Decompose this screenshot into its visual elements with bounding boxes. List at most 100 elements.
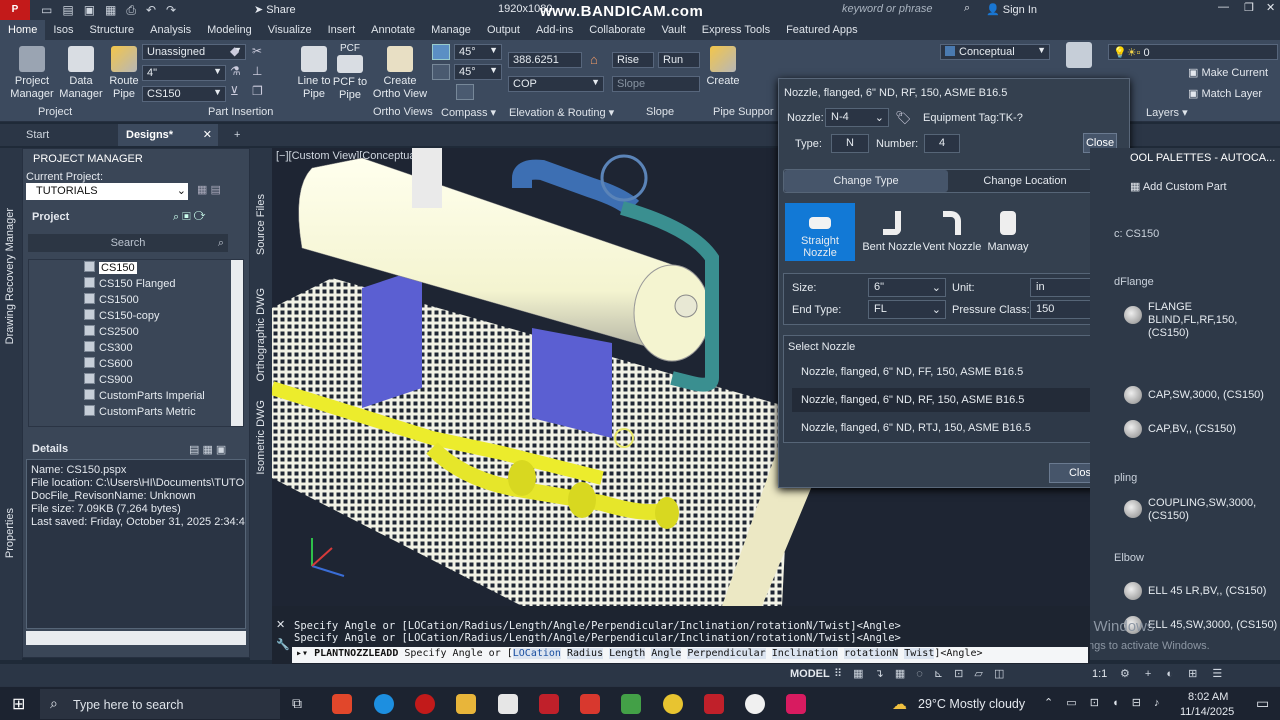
add-custom-part-button[interactable]: ▦ Add Custom Part — [1130, 180, 1227, 193]
properties-tab[interactable]: Properties — [4, 508, 16, 558]
nozzle-option-selected[interactable]: Nozzle, flanged, 6" ND, RF, 150, ASME B1… — [792, 388, 1104, 412]
obs-icon[interactable] — [745, 694, 765, 714]
tab-designs[interactable]: Designs* ✕ — [118, 124, 218, 146]
create-ortho-view-button[interactable]: Create Ortho View — [372, 46, 428, 101]
tab-output[interactable]: Output — [479, 20, 528, 40]
tag-icon[interactable]: 🏷 — [895, 110, 912, 126]
palette-item-ell-45-sw[interactable]: ELL 45,SW,3000, (CS150) — [1148, 619, 1277, 632]
route-pipe-button[interactable]: Route Pipe — [106, 46, 142, 101]
pipe-spec-dropdown[interactable]: CS150 ▼ — [142, 86, 226, 102]
elevation-field[interactable]: 388.6251 — [508, 52, 582, 68]
straight-nozzle-option[interactable]: Straight Nozzle — [785, 203, 855, 261]
project-search-input[interactable]: Search ⌕ — [28, 234, 228, 252]
drawing-recovery-tab[interactable]: Drawing Recovery Manager — [4, 208, 16, 344]
weather-text[interactable]: 29°C Mostly cloudy — [918, 697, 1025, 711]
annotation-scale[interactable]: 1:1 — [1092, 668, 1107, 680]
sign-in-button[interactable]: 👤 Sign In — [986, 3, 1037, 16]
office-app-icon[interactable] — [332, 694, 352, 714]
tab-featured-apps[interactable]: Featured Apps — [778, 20, 866, 40]
change-location-tab[interactable]: Change Location — [948, 170, 1102, 192]
tree-item[interactable]: CS900 — [84, 373, 133, 388]
tree-item[interactable]: CustomParts Metric — [84, 405, 196, 420]
model-space-button[interactable]: MODEL — [790, 668, 830, 680]
tab-visualize[interactable]: Visualize — [260, 20, 320, 40]
compass-toggle-icon[interactable] — [432, 44, 450, 60]
pcf-to-pipe-button[interactable]: PCF PCF to Pipe — [332, 42, 368, 102]
compass-angle-1[interactable]: 45° ▼ — [454, 44, 502, 60]
insert-icon[interactable]: ⊻ — [230, 84, 248, 100]
cut-icon[interactable]: ✂ — [252, 44, 270, 60]
compass-settings-icon[interactable] — [456, 84, 474, 100]
tree-item[interactable]: CustomParts Imperial — [84, 389, 205, 404]
tree-item[interactable]: CS150 Flanged — [84, 277, 175, 292]
wps-icon[interactable] — [580, 694, 600, 714]
palette-item-ell-45-lr[interactable]: ELL 45 LR,BV,, (CS150) — [1148, 585, 1266, 598]
data-manager-button[interactable]: Data Manager — [58, 46, 104, 101]
current-project-dropdown[interactable]: TUTORIALS ⌄ — [26, 183, 188, 200]
video-app-icon[interactable] — [786, 694, 806, 714]
palette-item-cap-bv[interactable]: CAP,BV,, (CS150) — [1148, 423, 1236, 436]
tab-express-tools[interactable]: Express Tools — [694, 20, 778, 40]
palette-item-coupling[interactable]: COUPLING,SW,3000, (CS150) — [1148, 497, 1280, 523]
mail-icon[interactable] — [498, 694, 518, 714]
restore-icon[interactable]: ❐ — [1244, 1, 1254, 14]
cmd-option-angle[interactable]: Angle — [651, 648, 682, 659]
number-field[interactable]: 4 — [924, 134, 960, 153]
tab-add-ins[interactable]: Add-ins — [528, 20, 581, 40]
details-toolbar-icons[interactable]: ▤ ▦ ▣ — [189, 443, 226, 456]
record-app-icon[interactable] — [415, 694, 435, 714]
fitting-icon[interactable]: ⊥ — [252, 64, 270, 80]
cop-dropdown[interactable]: COP ▼ — [508, 76, 604, 92]
run-field[interactable]: Run — [658, 52, 700, 68]
tree-item[interactable]: CS150-copy — [84, 309, 160, 324]
close-command-icon[interactable]: ✕ — [276, 618, 285, 631]
visual-style-dropdown[interactable]: Conceptual ▼ — [940, 44, 1050, 60]
tag-icon[interactable]: ◆ — [230, 44, 248, 60]
tab-manage[interactable]: Manage — [423, 20, 479, 40]
print-icon[interactable]: ⎙ — [126, 3, 136, 18]
change-type-tab[interactable]: Change Type — [784, 170, 948, 192]
search-icon[interactable]: ⌕ — [964, 2, 970, 15]
layer-properties-icon[interactable] — [1066, 42, 1092, 68]
map-app-icon[interactable] — [621, 694, 641, 714]
tab-insert[interactable]: Insert — [320, 20, 364, 40]
cmd-option-twist[interactable]: Twist — [904, 648, 935, 659]
size-dropdown[interactable]: 6" ⌄ — [868, 278, 946, 297]
type-field[interactable]: N — [831, 134, 869, 153]
tab-annotate[interactable]: Annotate — [363, 20, 423, 40]
compass-angle-2[interactable]: 45° ▼ — [454, 64, 502, 80]
make-current-button[interactable]: ▣ Make Current — [1188, 66, 1268, 79]
snap-icon[interactable] — [432, 64, 450, 80]
palette-item-flange-blind[interactable]: FLANGE BLIND,FL,RF,150, (CS150) — [1148, 301, 1280, 340]
app-logo[interactable]: P — [0, 0, 30, 20]
project-toolbar-icons[interactable]: ⌕ ▣ ⟳ — [173, 211, 205, 224]
clock-time[interactable]: 8:02 AM — [1188, 691, 1228, 703]
tab-structure[interactable]: Structure — [82, 20, 143, 40]
new-icon[interactable]: ▭ — [41, 3, 52, 18]
compass-panel-label[interactable]: Compass ▾ — [441, 106, 496, 119]
task-view-icon[interactable]: ⧉ — [292, 695, 302, 712]
tree-item[interactable]: CS150 — [84, 261, 137, 276]
isometric-dwg-tab[interactable]: Isometric DWG — [255, 400, 267, 475]
share-button[interactable]: ➤ Share — [254, 3, 296, 16]
create-support-button[interactable]: Create — [706, 46, 740, 88]
chrome-icon[interactable] — [663, 694, 683, 714]
tab-collaborate[interactable]: Collaborate — [581, 20, 653, 40]
save-icon[interactable]: ▣ — [84, 3, 95, 18]
notifications-icon[interactable]: ▭ — [1256, 695, 1269, 712]
tab-home[interactable]: Home — [0, 20, 46, 40]
tree-item[interactable]: CS600 — [84, 357, 133, 372]
tab-vault[interactable]: Vault — [654, 20, 694, 40]
project-tools-icon[interactable]: ▦ ▤ — [197, 183, 221, 196]
cmd-option-radius[interactable]: Radius — [566, 648, 604, 659]
line-to-pipe-button[interactable]: Line to Pipe — [296, 46, 332, 101]
orthographic-dwg-tab[interactable]: Orthographic DWG — [255, 288, 267, 382]
tab-isos[interactable]: Isos — [45, 20, 81, 40]
customize-command-icon[interactable]: 🔧 — [276, 638, 290, 651]
source-files-tab[interactable]: Source Files — [255, 194, 267, 255]
file-explorer-icon[interactable] — [456, 694, 476, 714]
tree-item[interactable]: CS2500 — [84, 325, 139, 340]
clock-date[interactable]: 11/14/2025 — [1180, 706, 1234, 718]
command-input[interactable]: ▸▾ PLANTNOZZLEADD Specify Angle or [LOCa… — [292, 647, 1088, 663]
palette-item-cap-sw[interactable]: CAP,SW,3000, (CS150) — [1148, 389, 1264, 402]
